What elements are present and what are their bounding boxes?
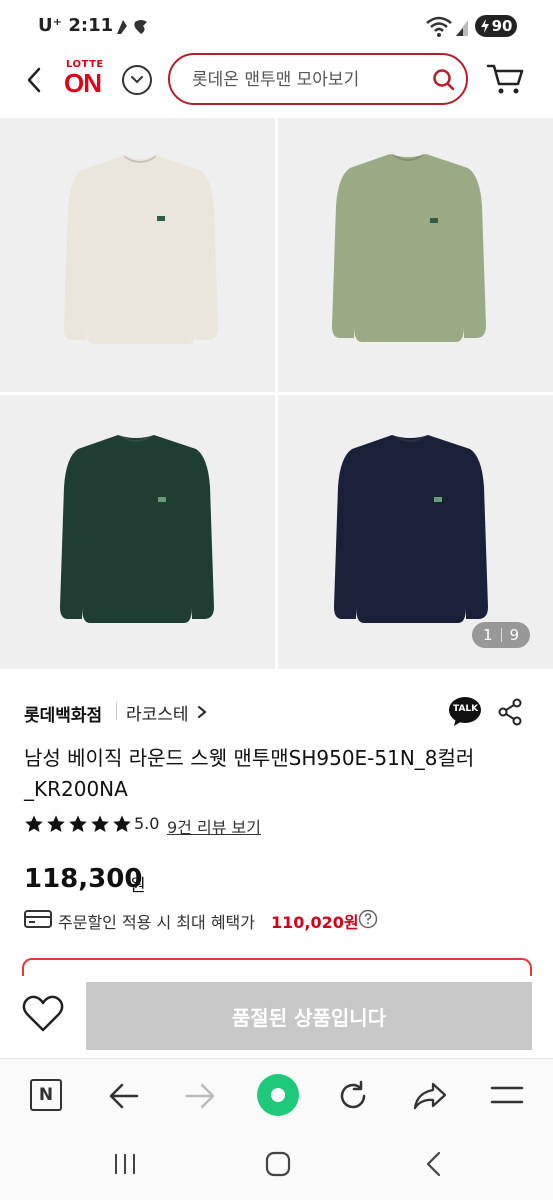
kakao-talk-label: TALK [453, 704, 479, 714]
app-header: LOTTE ON [0, 50, 553, 116]
store-brand[interactable]: 롯데백화점 [24, 701, 102, 726]
sub-brand-label: 라코스테 [126, 704, 189, 725]
menu-icon[interactable] [490, 1083, 524, 1107]
green-dot-icon[interactable] [256, 1073, 300, 1117]
star-icon [113, 815, 131, 832]
share-arrow-icon[interactable] [412, 1081, 448, 1111]
chevron-right-icon [197, 706, 207, 718]
help-icon[interactable] [358, 909, 378, 929]
chevron-down-icon [131, 76, 143, 84]
heart-icon[interactable] [22, 994, 64, 1034]
benefit-label: 주문할인 적용 시 최대 혜택가 [58, 913, 255, 932]
back-arrow-icon[interactable] [24, 66, 44, 94]
product-image-khaki[interactable] [278, 118, 553, 392]
system-back-icon[interactable] [424, 1151, 442, 1177]
recent-apps-icon[interactable] [112, 1152, 138, 1176]
star-rating [24, 814, 132, 834]
price-unit: 원 [130, 876, 146, 896]
system-navigation-bar [0, 1134, 553, 1200]
benefit-amount: 110,020원 [271, 913, 359, 932]
signal-icon [456, 20, 468, 36]
wifi-icon [426, 16, 452, 37]
cart-icon[interactable] [486, 62, 524, 96]
notification-icons [117, 20, 147, 34]
battery-indicator: 90 [475, 15, 517, 37]
image-counter: 1 9 [472, 622, 530, 648]
star-icon [25, 815, 43, 832]
product-title: 남성 베이직 라운드 스웻 맨투맨SH950E-51N_8컬러 _KR200NA [24, 746, 475, 801]
browser-toolbar: N [0, 1058, 553, 1134]
search-icon[interactable] [432, 68, 456, 92]
kakao-talk-button[interactable]: TALK [448, 696, 482, 728]
rating-score: 5.0 [134, 814, 160, 833]
search-input[interactable] [192, 67, 422, 93]
soldout-button[interactable]: 품절된 상품입니다 [86, 982, 532, 1050]
naver-n-label: N [38, 1085, 54, 1105]
charging-icon [480, 19, 489, 33]
status-bar: U⁺ 2:11 90 [0, 0, 553, 50]
logo-on-text: ON [64, 68, 102, 98]
naver-tab-button[interactable]: N [30, 1079, 62, 1111]
credit-card-icon [24, 910, 52, 928]
battery-level: 90 [491, 17, 513, 35]
star-icon [69, 815, 87, 832]
sub-brand-link[interactable]: 라코스테 [126, 701, 207, 725]
carrier-time: U⁺ 2:11 [38, 15, 114, 36]
review-link[interactable]: 9건 리뷰 보기 [167, 814, 261, 838]
image-counter-total: 9 [509, 626, 520, 644]
counter-divider [500, 628, 502, 642]
product-image-gallery[interactable] [0, 118, 553, 669]
home-icon[interactable] [265, 1151, 291, 1177]
menu-dropdown-button[interactable] [122, 65, 152, 95]
star-icon [47, 815, 65, 832]
product-price: 118,300 [24, 864, 143, 894]
star-icon [91, 815, 109, 832]
lotte-on-logo[interactable]: LOTTE ON [60, 54, 114, 104]
image-counter-current: 1 [482, 626, 493, 644]
browser-forward-icon[interactable] [184, 1081, 216, 1111]
product-image-ivory[interactable] [0, 118, 275, 392]
refresh-icon[interactable] [336, 1079, 370, 1113]
search-bar[interactable] [168, 53, 468, 105]
product-image-green[interactable] [0, 395, 275, 669]
brand-divider [116, 702, 117, 720]
share-icon[interactable] [497, 698, 523, 726]
browser-back-icon[interactable] [108, 1081, 140, 1111]
